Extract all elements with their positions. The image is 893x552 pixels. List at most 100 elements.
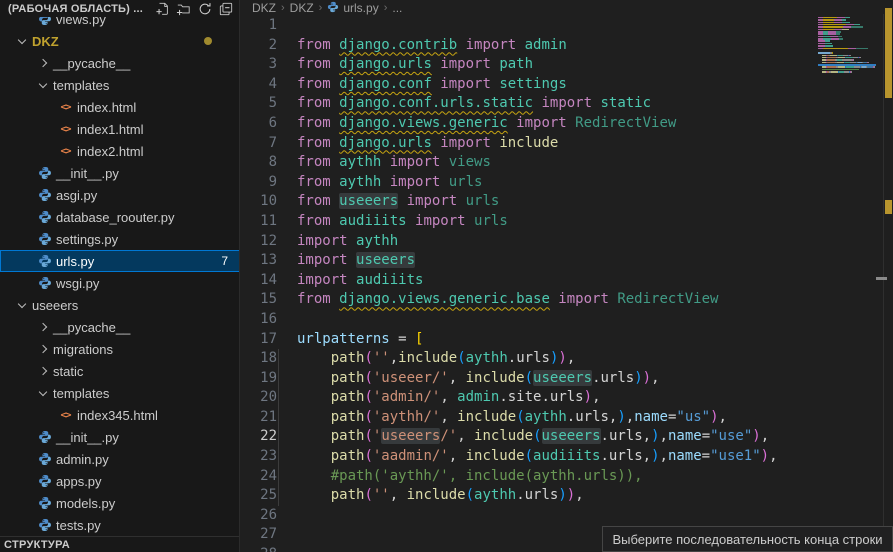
tree-file-settings.py[interactable]: settings.py: [0, 228, 240, 250]
tree-file-index2.html[interactable]: <>index2.html: [0, 140, 240, 162]
tree-file-__init__.py[interactable]: __init__.py: [0, 162, 240, 184]
new-file-icon[interactable]: [154, 1, 171, 16]
tree-item-label: DKZ: [32, 34, 59, 49]
code-line-2[interactable]: 2from django.contrib import admin: [241, 36, 893, 56]
html-icon: <>: [58, 122, 73, 137]
breadcrumb-item[interactable]: ...: [392, 1, 402, 15]
chevron-right-icon[interactable]: [39, 323, 47, 331]
code-line-7[interactable]: 7from django.urls import include: [241, 134, 893, 154]
tree-file-index1.html[interactable]: <>index1.html: [0, 118, 240, 140]
code-line-21[interactable]: 21 path('aythh/', include(aythh.urls,),n…: [241, 408, 893, 428]
tree-folder-templates[interactable]: templates: [0, 382, 240, 404]
tree-item-label: templates: [53, 386, 109, 401]
tree-folder-templates[interactable]: templates: [0, 74, 240, 96]
line-number: 10: [241, 192, 277, 212]
code-line-14[interactable]: 14import audiiits: [241, 271, 893, 291]
code-line-12[interactable]: 12import aythh: [241, 232, 893, 252]
tree-file-apps.py[interactable]: apps.py: [0, 470, 240, 492]
chevron-down-icon[interactable]: [39, 387, 47, 395]
python-icon: [37, 518, 52, 533]
python-icon: [37, 232, 52, 247]
code-line-24[interactable]: 24 #path('aythh/', include(aythh.urls)),: [241, 467, 893, 487]
code-line-6[interactable]: 6from django.views.generic import Redire…: [241, 114, 893, 134]
code-line-13[interactable]: 13import useeers: [241, 251, 893, 271]
code-line-1[interactable]: 1: [241, 16, 893, 36]
chevron-right-icon[interactable]: [39, 367, 47, 375]
tree-file-index345.html[interactable]: <>index345.html: [0, 404, 240, 426]
tree-folder-useeers[interactable]: useeers: [0, 294, 240, 316]
minimap[interactable]: [818, 14, 876, 80]
chevron-right-icon[interactable]: [39, 59, 47, 67]
breadcrumb-item[interactable]: DKZ: [290, 1, 314, 15]
python-icon: [327, 1, 339, 16]
structure-section-header[interactable]: СТРУКТУРА: [0, 536, 240, 552]
code-line-17[interactable]: 17urlpatterns = [: [241, 330, 893, 350]
tree-file-database_roouter.py[interactable]: database_roouter.py: [0, 206, 240, 228]
code-line-19[interactable]: 19 path('useeer/', include(useeers.urls)…: [241, 369, 893, 389]
code-area[interactable]: 12from django.contrib import admin3from …: [241, 16, 893, 552]
tree-file-admin.py[interactable]: admin.py: [0, 448, 240, 470]
code-line-8[interactable]: 8from aythh import views: [241, 153, 893, 173]
tree-item-label: urls.py: [56, 254, 94, 269]
code-line-23[interactable]: 23 path('aadmin/', include(audiiits.urls…: [241, 447, 893, 467]
tree-file-tests.py[interactable]: tests.py: [0, 514, 240, 536]
code-line-4[interactable]: 4from django.conf import settings: [241, 75, 893, 95]
tree-file-__init__.py[interactable]: __init__.py: [0, 426, 240, 448]
chevron-down-icon[interactable]: [18, 299, 26, 307]
code-line-16[interactable]: 16: [241, 310, 893, 330]
chevron-down-icon[interactable]: [18, 35, 26, 43]
tree-file-urls.py[interactable]: urls.py7: [0, 250, 240, 272]
line-number: 28: [241, 545, 277, 552]
python-icon: [37, 276, 52, 291]
chevron-down-icon[interactable]: [39, 79, 47, 87]
code-line-3[interactable]: 3from django.urls import path: [241, 55, 893, 75]
tree-folder-__pycache__[interactable]: __pycache__: [0, 316, 240, 338]
tree-file-asgi.py[interactable]: asgi.py: [0, 184, 240, 206]
vscode-window: views.pyDKZ__pycache__templates<>index.h…: [0, 0, 893, 552]
tree-file-wsgi.py[interactable]: wsgi.py: [0, 272, 240, 294]
code-line-18[interactable]: 18 path('',include(aythh.urls)),: [241, 349, 893, 369]
code-line-20[interactable]: 20 path('admin/', admin.site.urls),: [241, 388, 893, 408]
line-number: 19: [241, 369, 277, 389]
html-icon: <>: [58, 408, 73, 423]
tree-file-models.py[interactable]: models.py: [0, 492, 240, 514]
line-number: 16: [241, 310, 277, 330]
code-line-9[interactable]: 9from aythh import urls: [241, 173, 893, 193]
tree-item-label: wsgi.py: [56, 276, 99, 291]
python-icon: [37, 188, 52, 203]
modified-dot-badge: [204, 37, 212, 45]
code-line-26[interactable]: 26: [241, 506, 893, 526]
tree-file-index.html[interactable]: <>index.html: [0, 96, 240, 118]
code-line-25[interactable]: 25 path('', include(aythh.urls)),: [241, 486, 893, 506]
python-icon: [37, 166, 52, 181]
code-line-11[interactable]: 11from audiiits import urls: [241, 212, 893, 232]
chevron-right-icon[interactable]: [39, 345, 47, 353]
structure-label: СТРУКТУРА: [4, 539, 70, 551]
overview-ruler-scrollbar[interactable]: [884, 0, 893, 552]
tree-folder-static[interactable]: static: [0, 360, 240, 382]
code-line-content: [277, 16, 893, 36]
tree-item-label: asgi.py: [56, 188, 97, 203]
code-line-15[interactable]: 15from django.views.generic.base import …: [241, 290, 893, 310]
tree-item-label: __init__.py: [56, 166, 119, 181]
refresh-icon[interactable]: [196, 1, 213, 16]
line-number: 22: [241, 427, 277, 447]
code-line-22[interactable]: 22 path('useeers/', include(useeers.urls…: [241, 427, 893, 447]
collapse-all-icon[interactable]: [217, 1, 234, 16]
code-line-5[interactable]: 5from django.conf.urls.static import sta…: [241, 94, 893, 114]
breadcrumb-item[interactable]: urls.py: [343, 1, 378, 15]
code-line-content: urlpatterns = [: [277, 330, 893, 350]
warning-mark: [885, 8, 892, 98]
line-number: 11: [241, 212, 277, 232]
python-icon: [37, 254, 52, 269]
tree-folder-DKZ[interactable]: DKZ: [0, 30, 240, 52]
code-line-10[interactable]: 10from useeers import urls: [241, 192, 893, 212]
tree-folder-migrations[interactable]: migrations: [0, 338, 240, 360]
code-line-content: path('aadmin/', include(audiiits.urls,),…: [277, 447, 893, 467]
code-line-content: path('aythh/', include(aythh.urls,),name…: [277, 408, 893, 428]
code-line-content: from django.views.generic.base import Re…: [277, 290, 893, 310]
breadcrumb-item[interactable]: DKZ: [252, 1, 276, 15]
new-folder-icon[interactable]: [175, 1, 192, 16]
tree-folder-__pycache__[interactable]: __pycache__: [0, 52, 240, 74]
line-number: 12: [241, 232, 277, 252]
